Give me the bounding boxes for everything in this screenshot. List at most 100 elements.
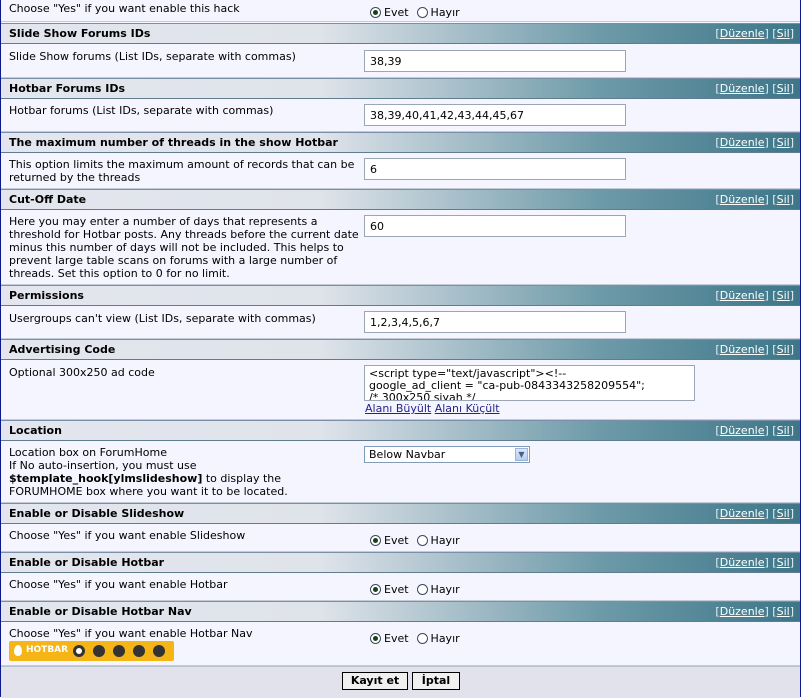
edit-link[interactable]: Düzenle xyxy=(720,193,765,206)
slideshow-forums-description: Slide Show forums (List IDs, separate wi… xyxy=(9,50,296,63)
section-header-max-threads: The maximum number of threads in the sho… xyxy=(1,132,800,153)
hotbar-forums-row: Hotbar forums (List IDs, separate with c… xyxy=(1,99,800,132)
section-title: Slide Show Forums IDs xyxy=(9,27,151,40)
shrink-field-link[interactable]: Alanı Küçült xyxy=(435,402,500,415)
slideshow-toggle-row: Choose "Yes" if you want enable Slidesho… xyxy=(1,524,800,552)
section-title: Advertising Code xyxy=(9,343,116,356)
delete-link[interactable]: Sil xyxy=(777,289,790,302)
yes-label: Evet xyxy=(384,632,409,645)
flame-icon xyxy=(14,645,22,656)
permissions-row: Usergroups can't view (List IDs, separat… xyxy=(1,306,800,339)
delete-link[interactable]: Sil xyxy=(777,136,790,149)
section-header-cutoff: Cut-Off Date [Düzenle] [Sil] xyxy=(1,189,800,210)
no-label: Hayır xyxy=(430,632,460,645)
template-hook-code: $template_hook[ylmslideshow] xyxy=(9,472,203,485)
cutoff-description: Here you may enter a number of days that… xyxy=(9,215,359,280)
section-header-hotbar-toggle: Enable or Disable Hotbar [Düzenle] [Sil] xyxy=(1,552,800,573)
edit-link[interactable]: Düzenle xyxy=(720,424,765,437)
yes-radio[interactable] xyxy=(370,633,381,644)
no-radio[interactable] xyxy=(416,633,428,644)
max-threads-row: This option limits the maximum amount of… xyxy=(1,153,800,189)
delete-link[interactable]: Sil xyxy=(777,27,790,40)
advertising-description: Optional 300x250 ad code xyxy=(9,366,155,379)
section-title: Location xyxy=(9,424,62,437)
section-header-location: Location [Düzenle] [Sil] xyxy=(1,420,800,441)
section-header-hotbar-nav: Enable or Disable Hotbar Nav [Düzenle] [… xyxy=(1,601,800,622)
max-threads-input[interactable]: 6 xyxy=(364,158,626,180)
edit-link[interactable]: Düzenle xyxy=(720,289,765,302)
section-header-advertising: Advertising Code [Düzenle] [Sil] xyxy=(1,339,800,360)
save-button[interactable]: Kayıt et xyxy=(342,672,408,690)
edit-link[interactable]: Düzenle xyxy=(720,343,765,356)
section-header-slideshow-forums: Slide Show Forums IDs [Düzenle] [Sil] xyxy=(1,23,800,44)
hotbar-nav-dot[interactable] xyxy=(153,645,165,657)
enable-hack-row: Choose "Yes" if you want enable this hac… xyxy=(1,0,800,22)
enlarge-field-link[interactable]: Alanı Büyült xyxy=(365,402,431,415)
hotbar-preview: HOTBAR xyxy=(9,641,174,661)
section-header-permissions: Permissions [Düzenle] [Sil] xyxy=(1,285,800,306)
no-radio[interactable] xyxy=(416,535,428,546)
slideshow-forums-input[interactable]: 38,39 xyxy=(364,50,626,72)
hotbar-nav-dot[interactable] xyxy=(133,645,145,657)
hotbar-toggle-radios: Evet Hayır xyxy=(370,583,468,596)
resize-links: Alanı Büyült Alanı Küçült xyxy=(365,402,500,415)
delete-link[interactable]: Sil xyxy=(777,507,790,520)
section-header-hotbar-forums: Hotbar Forums IDs [Düzenle] [Sil] xyxy=(1,78,800,99)
chevron-down-icon[interactable]: ▼ xyxy=(515,448,528,461)
yes-radio[interactable] xyxy=(370,7,381,18)
delete-link[interactable]: Sil xyxy=(777,82,790,95)
no-radio[interactable] xyxy=(416,584,428,595)
ad-code-textarea[interactable]: <script type="text/javascript"><!-- goog… xyxy=(364,365,695,401)
settings-form: Choose "Yes" if you want enable this hac… xyxy=(0,0,801,698)
edit-link[interactable]: Düzenle xyxy=(720,556,765,569)
yes-label: Evet xyxy=(384,583,409,596)
hotbar-forums-input[interactable]: 38,39,40,41,42,43,44,45,67 xyxy=(364,104,626,126)
no-label: Hayır xyxy=(430,583,460,596)
slideshow-toggle-description: Choose "Yes" if you want enable Slidesho… xyxy=(9,529,246,542)
location-select[interactable]: Below Navbar ▼ xyxy=(364,446,530,463)
yes-label: Evet xyxy=(384,6,409,19)
delete-link[interactable]: Sil xyxy=(777,556,790,569)
edit-link[interactable]: Düzenle xyxy=(720,82,765,95)
delete-link[interactable]: Sil xyxy=(777,424,790,437)
section-title: The maximum number of threads in the sho… xyxy=(9,136,338,149)
no-label: Hayır xyxy=(430,534,460,547)
cancel-button[interactable]: İptal xyxy=(412,672,460,690)
edit-link[interactable]: Düzenle xyxy=(720,27,765,40)
max-threads-description: This option limits the maximum amount of… xyxy=(9,158,355,184)
hotbar-nav-dot[interactable] xyxy=(73,645,85,657)
form-footer: Kayıt et İptal xyxy=(1,666,800,698)
hotbar-toggle-description: Choose "Yes" if you want enable Hotbar xyxy=(9,578,228,591)
hotbar-preview-label: HOTBAR xyxy=(26,645,69,655)
enable-hack-description: Choose "Yes" if you want enable this hac… xyxy=(9,2,240,15)
yes-label: Evet xyxy=(384,534,409,547)
cutoff-input[interactable]: 60 xyxy=(364,215,626,237)
delete-link[interactable]: Sil xyxy=(777,343,790,356)
hotbar-nav-dot[interactable] xyxy=(93,645,105,657)
slideshow-toggle-radios: Evet Hayır xyxy=(370,534,468,547)
section-title: Enable or Disable Hotbar Nav xyxy=(9,605,192,618)
edit-link[interactable]: Düzenle xyxy=(720,507,765,520)
location-line-3: $template_hook[ylmslideshow] to display … xyxy=(9,472,359,485)
cutoff-row: Here you may enter a number of days that… xyxy=(1,210,800,285)
no-radio[interactable] xyxy=(416,7,428,18)
location-select-value: Below Navbar xyxy=(369,448,446,461)
hotbar-forums-description: Hotbar forums (List IDs, separate with c… xyxy=(9,104,274,117)
location-description: Location box on ForumHome If No auto-ins… xyxy=(9,446,359,498)
section-title: Permissions xyxy=(9,289,84,302)
section-header-slideshow-toggle: Enable or Disable Slideshow [Düzenle] [S… xyxy=(1,503,800,524)
edit-link[interactable]: Düzenle xyxy=(720,136,765,149)
delete-link[interactable]: Sil xyxy=(777,193,790,206)
no-label: Hayır xyxy=(430,6,460,19)
section-title: Enable or Disable Slideshow xyxy=(9,507,185,520)
hotbar-nav-dot[interactable] xyxy=(113,645,125,657)
location-line-1: Location box on ForumHome xyxy=(9,446,167,459)
permissions-input[interactable]: 1,2,3,4,5,6,7 xyxy=(364,311,626,333)
location-line-3-text: to display the xyxy=(202,472,282,485)
yes-radio[interactable] xyxy=(370,584,381,595)
yes-radio[interactable] xyxy=(370,535,381,546)
edit-link[interactable]: Düzenle xyxy=(720,605,765,618)
section-title: Cut-Off Date xyxy=(9,193,87,206)
delete-link[interactable]: Sil xyxy=(777,605,790,618)
hotbar-nav-radios: Evet Hayır xyxy=(370,632,468,645)
